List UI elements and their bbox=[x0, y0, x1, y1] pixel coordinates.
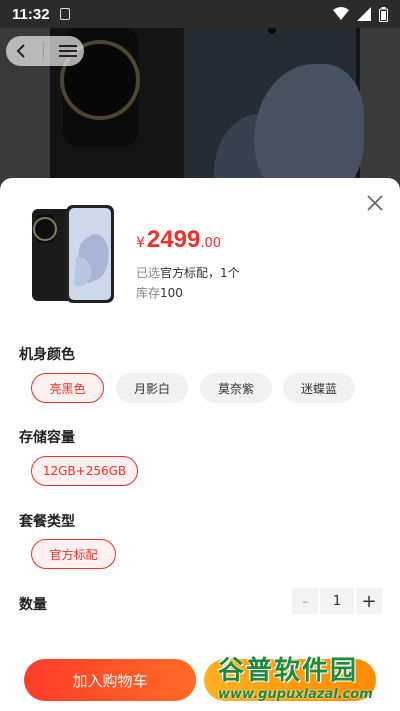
quantity-input[interactable]: 1 bbox=[320, 588, 354, 614]
stock-label: 库存 bbox=[136, 286, 161, 300]
status-bar: 11:32 bbox=[0, 0, 400, 28]
color-option-black[interactable]: 亮黑色 bbox=[31, 373, 104, 403]
watermark-logo: 谷普软件园 www.gupuxlazal.com bbox=[218, 650, 396, 708]
status-time: 11:32 bbox=[12, 5, 50, 23]
storage-option-12-256[interactable]: 12GB+256GB bbox=[31, 456, 138, 486]
price: ¥ 2499 .00 bbox=[136, 226, 221, 254]
stock-info: 库存100 bbox=[136, 284, 183, 301]
price-decimal: .00 bbox=[200, 236, 221, 251]
price-integer: 2499 bbox=[146, 226, 201, 253]
notification-icon bbox=[59, 8, 70, 20]
watermark-brand: 谷普软件园 bbox=[218, 655, 359, 685]
nav-divider bbox=[42, 43, 44, 59]
close-icon[interactable] bbox=[364, 192, 386, 214]
storage-group-title: 存储容量 bbox=[19, 430, 75, 446]
price-currency: ¥ bbox=[136, 235, 145, 251]
color-option-blue[interactable]: 迷蝶蓝 bbox=[283, 373, 355, 403]
signal-icon bbox=[357, 7, 371, 21]
sku-selector-sheet: ¥ 2499 .00 已选官方标配，1个 库存100 机身颜色 亮黑色 月影白 … bbox=[0, 178, 400, 711]
quantity-stepper: - 1 + bbox=[292, 588, 382, 614]
color-option-white[interactable]: 月影白 bbox=[116, 373, 188, 403]
status-icons bbox=[333, 6, 388, 22]
nav-pill bbox=[6, 36, 84, 66]
menu-icon[interactable] bbox=[58, 44, 77, 58]
quantity-increment-button[interactable]: + bbox=[356, 588, 382, 614]
watermark-url: www.gupuxlazal.com bbox=[218, 687, 373, 702]
package-group-title: 套餐类型 bbox=[19, 514, 75, 530]
selected-label: 已选 bbox=[136, 266, 161, 280]
quantity-label: 数量 bbox=[19, 597, 47, 613]
color-option-purple[interactable]: 莫奈紫 bbox=[200, 373, 272, 403]
quantity-decrement-button[interactable]: - bbox=[292, 588, 318, 614]
package-option-standard[interactable]: 官方标配 bbox=[31, 539, 116, 569]
stock-value: 100 bbox=[160, 286, 183, 300]
add-to-cart-button[interactable]: 加入购物车 bbox=[24, 659, 196, 701]
wifi-icon bbox=[333, 7, 349, 20]
color-group-title: 机身颜色 bbox=[19, 347, 75, 363]
selected-value: 官方标配，1个 bbox=[160, 266, 240, 280]
selected-summary: 已选官方标配，1个 bbox=[136, 264, 240, 281]
battery-icon bbox=[379, 6, 388, 22]
back-icon[interactable] bbox=[14, 43, 28, 59]
product-thumbnail bbox=[32, 205, 114, 303]
